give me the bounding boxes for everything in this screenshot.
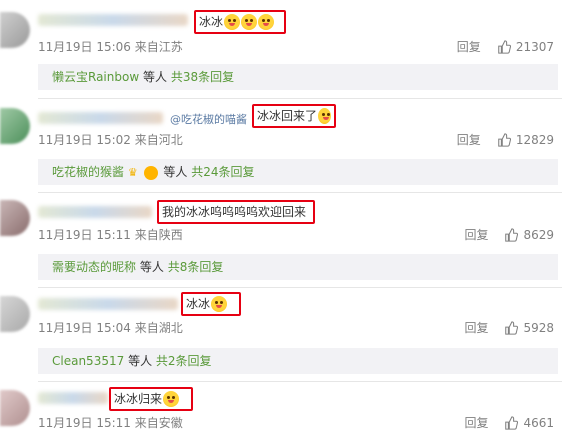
- thread-suffix: 等人: [142, 70, 167, 84]
- thread-count-link[interactable]: 共8条回复: [168, 260, 224, 274]
- thumbs-up-icon: [505, 320, 519, 335]
- like-count: 5928: [523, 320, 554, 335]
- comment-actions: 回复 5928: [464, 319, 554, 336]
- username-blurred[interactable]: [38, 14, 188, 26]
- crown-icon: ♛: [127, 166, 138, 179]
- divider: [38, 192, 562, 193]
- comment-text: 冰冰归来: [114, 392, 163, 406]
- reply-button[interactable]: 回复: [464, 319, 488, 336]
- avatar[interactable]: [0, 12, 30, 48]
- username-blurred[interactable]: [38, 298, 178, 310]
- highlighted-comment-text: 冰冰归来: [109, 387, 193, 411]
- like-button[interactable]: 21307: [497, 40, 554, 54]
- reply-thread-bar[interactable]: Clean53517 等人 共2条回复: [38, 348, 558, 374]
- emoji-icon: [241, 14, 258, 30]
- avatar[interactable]: [0, 108, 30, 144]
- thread-count-link[interactable]: 共24条回复: [191, 165, 254, 179]
- username-blurred[interactable]: [38, 112, 163, 124]
- thread-user-link[interactable]: 懒云宝Rainbow: [52, 70, 139, 84]
- reply-button[interactable]: 回复: [457, 131, 481, 148]
- comment-actions: 回复 21307: [457, 38, 554, 55]
- thread-count-link[interactable]: 共2条回复: [156, 354, 212, 368]
- comment-text: 我的冰冰呜呜呜呜欢迎回来: [162, 205, 307, 219]
- highlighted-comment-text: 冰冰回来了: [252, 104, 336, 128]
- emoji-icon: [224, 14, 241, 30]
- thumbs-up-icon: [505, 415, 519, 430]
- comment-meta: 11月19日 15:06 来自江苏: [38, 40, 183, 54]
- username-blurred[interactable]: [38, 392, 108, 404]
- highlighted-comment-text: 冰冰: [181, 292, 241, 316]
- comment-actions: 回复 8629: [464, 226, 554, 243]
- like-count: 4661: [523, 415, 554, 430]
- thumbs-up-icon: [505, 227, 519, 242]
- like-button[interactable]: 4661: [504, 416, 554, 430]
- crying-emoji-icon: [318, 108, 331, 124]
- comment-actions: 回复 12829: [457, 131, 554, 148]
- like-button[interactable]: 12829: [497, 133, 554, 147]
- kiss-emoji-icon: [211, 296, 228, 312]
- emoji-icon: [258, 14, 275, 30]
- highlighted-comment-text: 冰冰: [194, 10, 286, 34]
- comment-meta: 11月19日 15:02 来自河北: [38, 133, 183, 147]
- reply-thread-bar[interactable]: 吃花椒的猴酱 ♛ 等人 共24条回复: [38, 159, 558, 185]
- reply-button[interactable]: 回复: [464, 414, 488, 431]
- avatar[interactable]: [0, 200, 30, 236]
- highlighted-comment-text: 我的冰冰呜呜呜呜欢迎回来: [157, 200, 315, 224]
- mention-link[interactable]: @吃花椒的喵酱: [170, 111, 247, 127]
- badge-icon: [143, 165, 158, 180]
- comment-text: 冰冰: [186, 297, 211, 311]
- comment-actions: 回复 4661: [464, 414, 554, 431]
- divider: [38, 287, 562, 288]
- thread-user-link[interactable]: 吃花椒的猴酱: [52, 165, 124, 179]
- avatar[interactable]: [0, 390, 30, 426]
- like-count: 12829: [515, 132, 554, 147]
- thumbs-up-icon: [498, 39, 511, 54]
- comment-meta: 11月19日 15:04 来自湖北: [38, 321, 183, 335]
- like-count: 21307: [515, 39, 554, 54]
- comment-meta: 11月19日 15:11 来自陕西: [38, 228, 183, 242]
- thread-user-link[interactable]: 需要动态的昵称: [52, 260, 136, 274]
- divider: [38, 98, 562, 99]
- reply-button[interactable]: 回复: [457, 38, 481, 55]
- like-count: 8629: [523, 227, 554, 242]
- thread-suffix: 等人: [163, 165, 188, 179]
- comment-text: 冰冰回来了: [257, 109, 318, 123]
- thread-suffix: 等人: [128, 354, 153, 368]
- reply-thread-bar[interactable]: 懒云宝Rainbow 等人 共38条回复: [38, 64, 558, 90]
- thread-count-link[interactable]: 共38条回复: [171, 70, 234, 84]
- like-button[interactable]: 8629: [504, 228, 554, 242]
- like-button[interactable]: 5928: [504, 321, 554, 335]
- reply-button[interactable]: 回复: [464, 226, 488, 243]
- thread-user-link[interactable]: Clean53517: [52, 354, 124, 368]
- username-blurred[interactable]: [38, 206, 152, 218]
- emoji-icon: [163, 391, 180, 407]
- thread-suffix: 等人: [139, 260, 164, 274]
- divider: [38, 381, 562, 382]
- avatar[interactable]: [0, 296, 30, 332]
- thumbs-up-icon: [498, 132, 511, 147]
- reply-thread-bar[interactable]: 需要动态的昵称 等人 共8条回复: [38, 254, 558, 280]
- comment-meta: 11月19日 15:11 来自安徽: [38, 416, 183, 430]
- comment-text: 冰冰: [199, 15, 224, 29]
